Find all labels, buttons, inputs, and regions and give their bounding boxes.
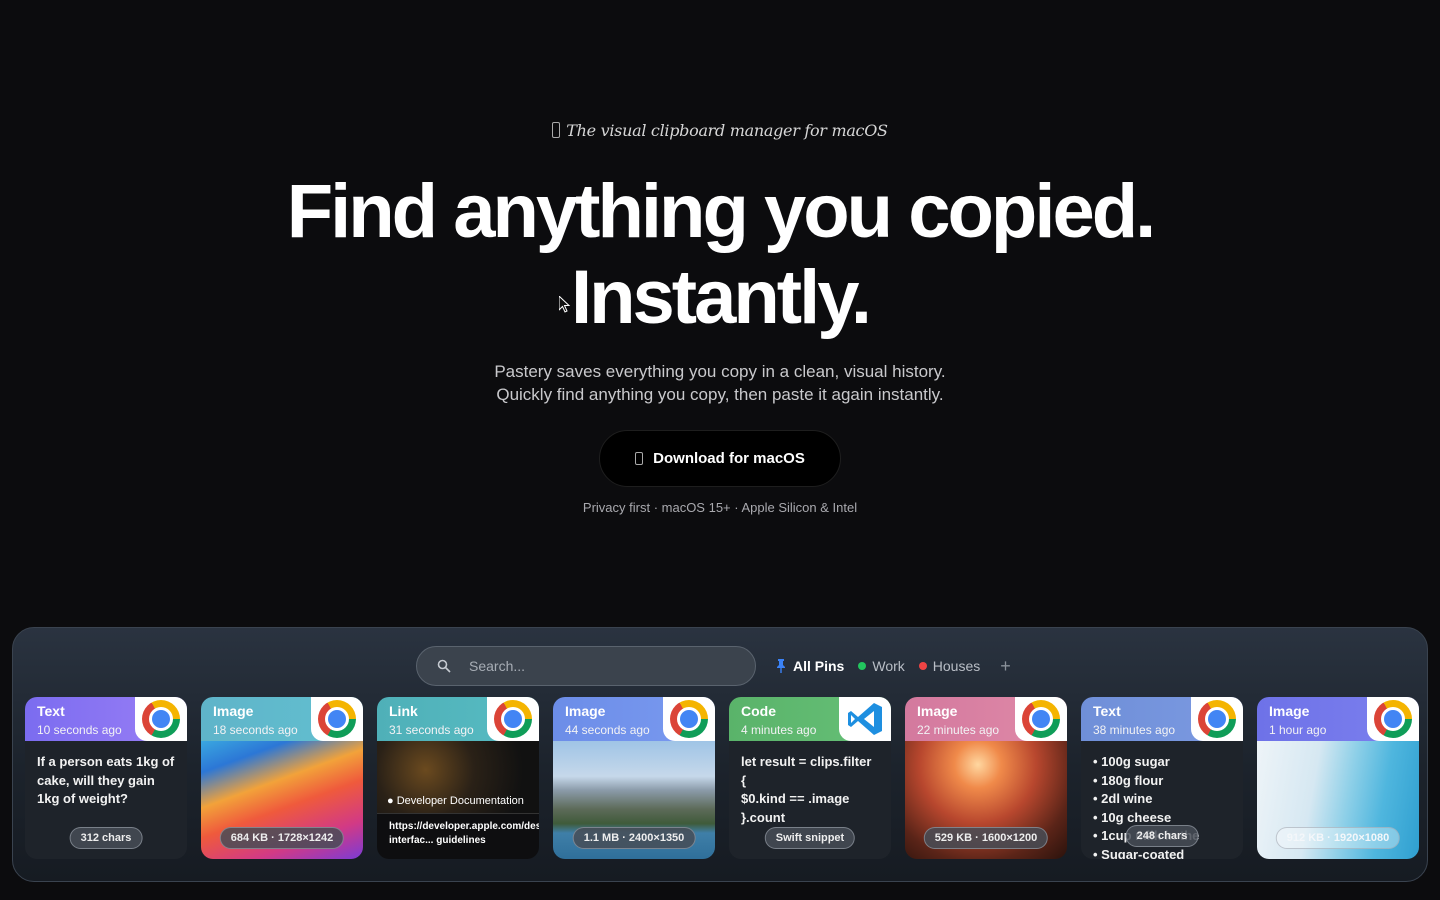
- chrome-icon: [670, 700, 708, 738]
- card-badge: 529 KB · 1600×1200: [923, 827, 1049, 849]
- clip-card[interactable]: Link 31 seconds ago ● Developer Document…: [377, 697, 539, 859]
- pin-tabs: All Pins Work Houses +: [775, 646, 1011, 686]
- clip-card[interactable]: Image 44 seconds ago 1.1 MB · 2400×1350: [553, 697, 715, 859]
- download-button[interactable]: Download for macOS: [599, 430, 841, 487]
- app-icon-slot: [663, 697, 715, 741]
- panel-toolbar: All Pins Work Houses +: [13, 646, 1427, 686]
- apple-logo-icon: [635, 452, 644, 465]
- clip-card[interactable]: Image 18 seconds ago 684 KB · 1728×1242: [201, 697, 363, 859]
- subtitle-line1: Pastery saves everything you copy in a c…: [494, 362, 946, 381]
- red-dot-icon: [918, 662, 927, 670]
- add-pin-button[interactable]: +: [1000, 656, 1011, 677]
- tagline: The visual clipboard manager for macOS: [0, 121, 1440, 140]
- clip-card[interactable]: Text 10 seconds ago If a person eats 1kg…: [25, 697, 187, 859]
- card-body: let result = clips.filter { $0.kind == .…: [729, 741, 891, 859]
- card-badge: 1.1 MB · 2400×1350: [572, 827, 696, 849]
- chrome-icon: [318, 700, 356, 738]
- code-line: let result = clips.filter {: [741, 754, 872, 788]
- tab-houses[interactable]: Houses: [918, 658, 981, 674]
- pin-icon: [775, 659, 787, 673]
- app-icon-slot: [1191, 697, 1243, 741]
- apple-logo-icon: [552, 122, 561, 138]
- download-label: Download for macOS: [653, 450, 805, 467]
- search-input[interactable]: [469, 658, 699, 674]
- bullet-item: • 2dl wine: [1093, 791, 1153, 806]
- app-icon-slot: [1015, 697, 1067, 741]
- card-badge: 312 chars: [69, 827, 143, 849]
- bullet-item: • 180g flour: [1093, 772, 1164, 788]
- chrome-icon: [1022, 700, 1060, 738]
- tab-all-pins[interactable]: All Pins: [775, 658, 844, 674]
- card-link-preview: ● Developer Documentation https://develo…: [377, 741, 539, 859]
- vscode-icon: [848, 703, 882, 735]
- card-body: If a person eats 1kg of cake, will they …: [25, 741, 187, 859]
- card-image-preview: 684 KB · 1728×1242: [201, 741, 363, 859]
- card-badge: 248 chars: [1125, 825, 1199, 847]
- tab-work[interactable]: Work: [858, 658, 905, 674]
- headline-line2: Instantly.: [571, 255, 872, 340]
- link-preview-image: ● Developer Documentation: [377, 741, 539, 813]
- link-title: ● Developer Documentation: [387, 795, 524, 807]
- card-image-preview: 912 KB · 1920×1080: [1257, 741, 1419, 859]
- tagline-text: The visual clipboard manager for macOS: [566, 121, 888, 140]
- tab-label: Work: [872, 658, 905, 674]
- chrome-icon: [142, 700, 180, 738]
- card-image-preview: 1.1 MB · 2400×1350: [553, 741, 715, 859]
- code-line: $0.kind == .image: [741, 791, 850, 806]
- clipboard-panel: All Pins Work Houses + Text 10 seconds a…: [12, 627, 1428, 882]
- card-badge: 912 KB · 1920×1080: [1275, 827, 1401, 849]
- card-image-preview: 529 KB · 1600×1200: [905, 741, 1067, 859]
- chrome-icon: [1374, 700, 1412, 738]
- headline-line1: Find anything you copied.: [286, 169, 1157, 254]
- chrome-icon: [494, 700, 532, 738]
- app-icon-slot: [487, 697, 539, 741]
- green-dot-icon: [858, 662, 867, 670]
- clip-card[interactable]: Image 1 hour ago 912 KB · 1920×1080: [1257, 697, 1419, 859]
- bullet-item: • 100g sugar: [1093, 754, 1170, 769]
- clip-card[interactable]: Image 22 minutes ago 529 KB · 1600×1200: [905, 697, 1067, 859]
- app-icon-slot: [839, 697, 891, 741]
- app-icon-slot: [135, 697, 187, 741]
- clip-cards: Text 10 seconds ago If a person eats 1kg…: [25, 697, 1425, 859]
- link-title-text: Developer Documentation: [396, 795, 524, 807]
- hero-section: The visual clipboard manager for macOS F…: [0, 0, 1440, 620]
- tab-label: Houses: [932, 658, 981, 674]
- clip-card[interactable]: Code 4 minutes ago let result = clips.fi…: [729, 697, 891, 859]
- card-body: • 100g sugar • 180g flour • 2dl wine • 1…: [1081, 741, 1243, 859]
- tab-label: All Pins: [793, 658, 845, 674]
- platform-meta: Privacy first · macOS 15+ · Apple Silico…: [582, 500, 858, 515]
- code-line: }.count: [741, 809, 786, 825]
- bullet-item: • Sugar-coated: [1093, 846, 1185, 860]
- clip-card[interactable]: Text 38 minutes ago • 100g sugar • 180g …: [1081, 697, 1243, 859]
- link-url: https://developer.apple.com/design/human…: [377, 813, 539, 859]
- chrome-icon: [1198, 700, 1236, 738]
- app-icon-slot: [1367, 697, 1419, 741]
- card-badge: 684 KB · 1728×1242: [219, 827, 345, 849]
- search-bar[interactable]: [416, 646, 756, 686]
- code-snippet: let result = clips.filter { $0.kind == .…: [729, 741, 891, 827]
- subtitle-line2: Quickly find anything you copy, then pas…: [496, 385, 944, 404]
- card-badge: Swift snippet: [764, 827, 856, 849]
- app-icon-slot: [311, 697, 363, 741]
- card-text: If a person eats 1kg of cake, will they …: [37, 754, 175, 806]
- search-icon: [437, 659, 451, 673]
